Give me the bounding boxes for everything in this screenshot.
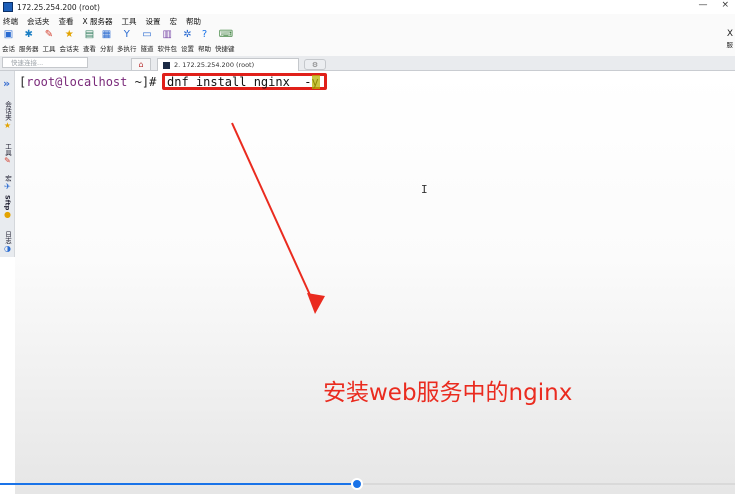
star-icon: ★ [3, 120, 12, 130]
menu-settings[interactable]: 设置 [146, 16, 161, 27]
menu-xserver[interactable]: X 服务器 [83, 16, 113, 27]
shortcut-icon: ⌨ [218, 29, 234, 40]
terminal-area[interactable]: [root@localhost ~]# dnf install nginx -y… [15, 71, 735, 494]
tab-row: 快速连接... ⌂ 2. 172.25.254.200 (root) ⚙ [0, 56, 735, 71]
session-icon: ▣ [3, 29, 14, 40]
toolbar-button-8[interactable]: ▥ 软件包 [158, 28, 178, 53]
toolbar-button-label: 会话夹 [59, 45, 80, 53]
toolbar-button-label: 会话 [2, 45, 15, 53]
servers-icon: ✱ [24, 29, 33, 40]
sidebar-item-sessions[interactable]: 会话夹 ★ [2, 101, 13, 130]
sidebar-item-label: Sftp [3, 195, 12, 211]
menu-macros[interactable]: 宏 [170, 16, 178, 27]
sidebar-item-label: 会话夹 [3, 101, 12, 121]
sftp-icon: ● [4, 210, 11, 220]
new-tab-icon: ⚙ [311, 61, 319, 69]
toolbar-button-1[interactable]: ✱ 服务器 [19, 28, 39, 53]
log-icon: ◑ [4, 244, 11, 253]
toolbar-button-label: 服务器 [19, 45, 39, 53]
toolbar-button-label: 分割 [100, 45, 113, 53]
toolbar-button-label: 帮助 [198, 45, 211, 53]
toolbar-button-9[interactable]: ✲ 设置 [181, 28, 194, 53]
toolbar-button-5[interactable]: ▦ 分割 [100, 28, 113, 53]
sidebar-item-macros[interactable]: 宏 ✈ [2, 175, 13, 191]
home-icon: ⌂ [138, 60, 144, 69]
star-icon: ★ [64, 29, 74, 40]
toolbar-button-label: 查看 [83, 45, 96, 53]
tab-session-label: 2. 172.25.254.200 (root) [174, 61, 255, 69]
xserver-icon: X [726, 29, 733, 39]
toolbar-button-label: 多执行 [117, 45, 137, 53]
sidebar-item-label: 工具 [3, 143, 12, 156]
video-progress-fill [0, 483, 358, 485]
toolbar-button-6[interactable]: Y 多执行 [117, 28, 137, 53]
minimize-button[interactable]: — [698, 0, 707, 10]
menu-help[interactable]: 帮助 [186, 16, 201, 27]
toolbar-button-2[interactable]: ✎ 工具 [43, 28, 56, 53]
menu-terminal[interactable]: 终端 [3, 16, 18, 27]
close-button[interactable]: × [721, 0, 729, 10]
menu-sessions[interactable]: 会话夹 [27, 16, 50, 27]
xserver-label: 服 [726, 41, 734, 49]
packages-icon: ▥ [162, 29, 172, 40]
annotation-caption: 安装web服务中的nginx [323, 380, 573, 406]
tunnel-icon: ▭ [142, 29, 152, 40]
sidebar-item-logs[interactable]: 日志 ◑ [2, 231, 13, 253]
terminal-icon [163, 61, 170, 69]
menu-view[interactable]: 查看 [59, 16, 74, 27]
tools-icon: ✎ [44, 29, 54, 40]
quick-connect-input[interactable]: 快速连接... [2, 57, 88, 68]
view-icon: ▤ [84, 29, 95, 40]
home-tab[interactable]: ⌂ [131, 58, 151, 70]
annotation-arrow-icon [231, 122, 325, 314]
window-title: 172.25.254.200 (root) [17, 2, 100, 12]
toolbar-button-label: 快捷键 [215, 45, 235, 53]
toolbar-button-label: 隧道 [140, 45, 154, 53]
sidebar-item-tools[interactable]: 工具 ✎ [2, 143, 13, 165]
new-tab-button[interactable]: ⚙ [304, 59, 326, 70]
macro-icon: ✈ [4, 181, 11, 191]
expand-sidebar-icon[interactable]: » [3, 77, 10, 90]
sidebar-item-sftp[interactable]: Sftp ● [2, 195, 13, 219]
toolbar: ▣ 会话 ✱ 服务器 ✎ 工具 ★ 会话夹 ▤ 查看 ▦ 分割 Y 多执行 ▭ 隧道 ▥ 软件包 ✲ 设置? 帮助 ⌨ 快捷… [0, 28, 735, 56]
xserver-button[interactable]: X 服 [727, 29, 734, 49]
toolbar-button-label: 软件包 [157, 45, 178, 53]
sidebar: » 会话夹 ★ 工具 ✎ 宏 ✈ Sftp ● 日志 ◑ [0, 71, 15, 257]
video-progress-bar[interactable] [0, 478, 735, 490]
menu-tools[interactable]: 工具 [122, 16, 137, 27]
tools-icon: ✎ [4, 156, 11, 165]
toolbar-button-label: 工具 [42, 45, 56, 53]
app-icon [3, 2, 13, 12]
toolbar-button-10[interactable]: ? 帮助 [198, 28, 211, 53]
split-icon: ▦ [101, 29, 112, 40]
menu-bar: 终端 会话夹 查看 X 服务器 工具 设置 宏 帮助 [0, 14, 735, 28]
toolbar-button-4[interactable]: ▤ 查看 [83, 28, 96, 53]
tab-session[interactable]: 2. 172.25.254.200 (root) [157, 58, 299, 71]
toolbar-button-7[interactable]: ▭ 隧道 [141, 28, 154, 53]
title-bar: 172.25.254.200 (root) — × [0, 0, 735, 14]
help-icon: ? [201, 29, 208, 40]
toolbar-button-3[interactable]: ★ 会话夹 [60, 28, 80, 53]
sidebar-item-label: 日志 [3, 231, 12, 244]
settings-icon: ✲ [183, 29, 192, 40]
toolbar-button-11[interactable]: ⌨ 快捷键 [215, 28, 235, 53]
multiexec-icon: Y [123, 29, 130, 40]
toolbar-button-0[interactable]: ▣ 会话 [2, 28, 15, 53]
toolbar-button-label: 设置 [181, 45, 194, 53]
